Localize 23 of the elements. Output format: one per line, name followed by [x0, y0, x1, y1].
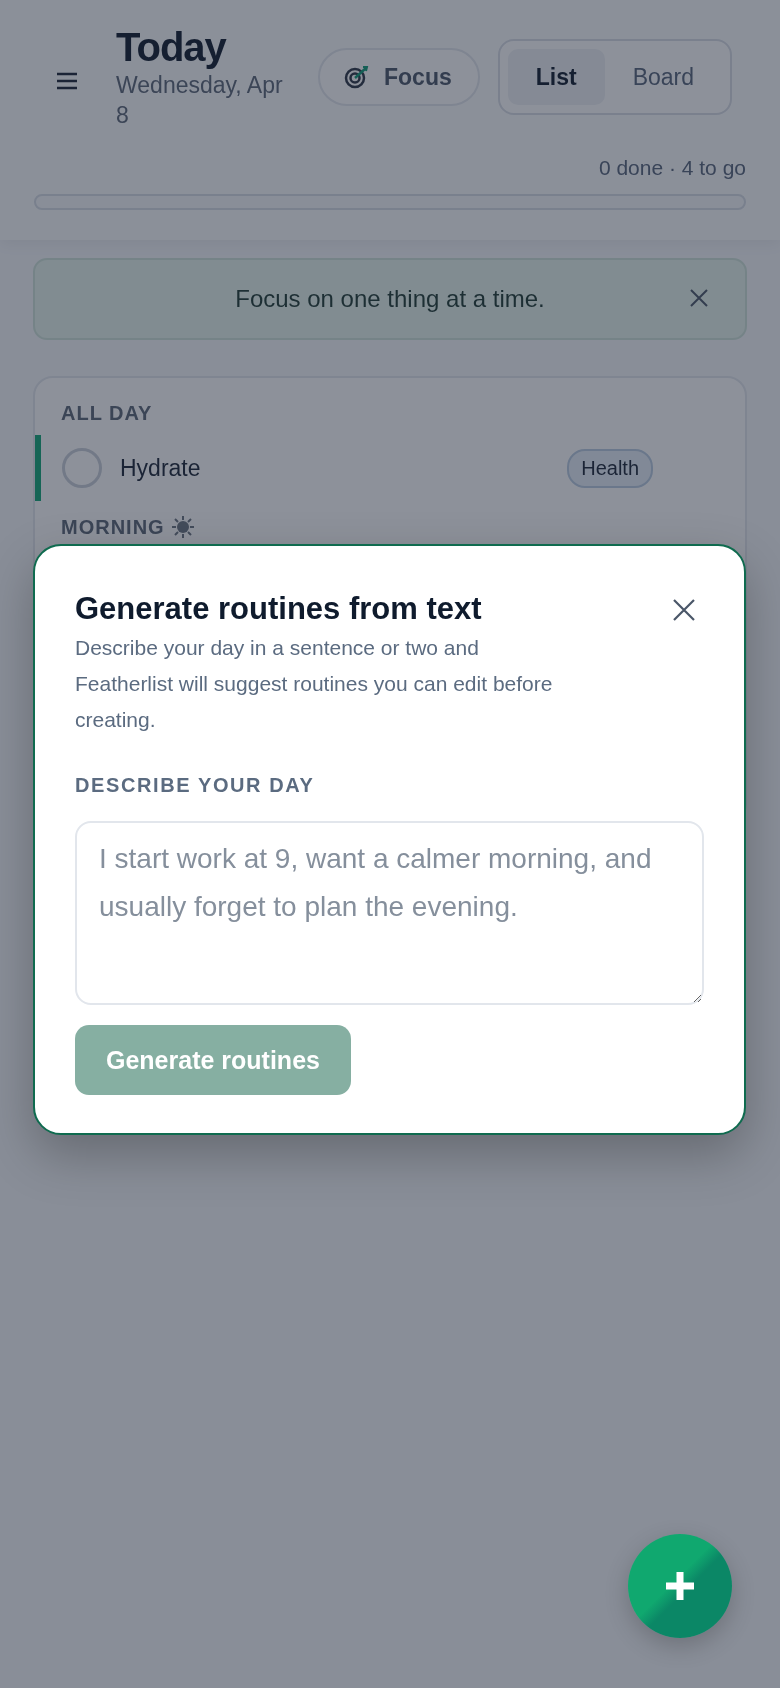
dialog-title: Generate routines from text [75, 590, 483, 628]
target-icon [344, 65, 370, 89]
section-title: MORNING [61, 515, 165, 539]
color-bar [35, 435, 41, 501]
page-title: Today [116, 24, 228, 70]
view-tab[interactable]: Board [604, 49, 722, 105]
view-tab[interactable]: List [507, 49, 605, 105]
task-name: Hydrate [120, 454, 202, 482]
dialog-description: Describe your day in a sentence or two and Featherlist will suggest routines you can edit before creating. [75, 635, 554, 733]
progress-text: 0 done · 4 to go [597, 156, 746, 180]
field-label: DESCRIBE YOUR DAY [75, 774, 316, 797]
tip-text: Focus on one thing at a time. [235, 285, 545, 313]
section-title: ALL DAY [61, 402, 153, 425]
task-checkbox[interactable] [62, 448, 102, 488]
close-icon[interactable] [672, 598, 696, 622]
focus-button[interactable]: Focus [318, 48, 480, 106]
close-icon[interactable] [689, 288, 709, 308]
task-tag: Health [567, 448, 653, 488]
sun-icon [170, 515, 195, 539]
menu-icon[interactable] [56, 72, 78, 90]
date-text: Wednesday, Apr 8 [116, 71, 284, 130]
plus-icon [664, 1570, 696, 1602]
description-field[interactable]: I start work at 9, want a calmer morning, and usually forget to plan the evening. [75, 821, 704, 1005]
